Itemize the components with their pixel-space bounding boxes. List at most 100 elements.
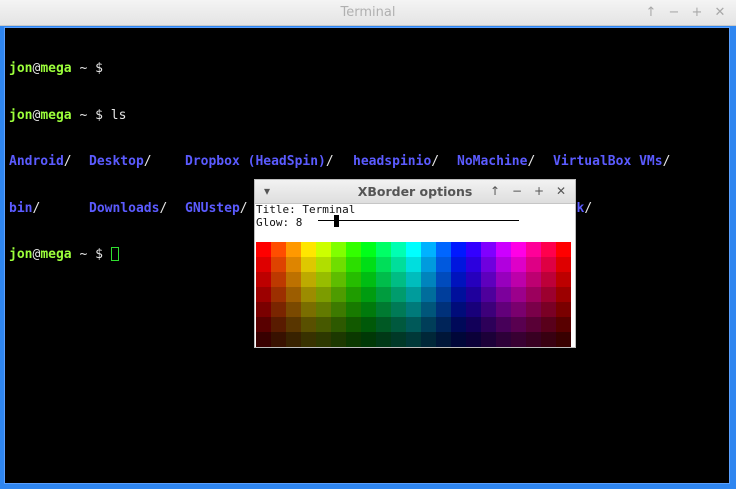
palette-swatch[interactable] [496,317,512,333]
palette-swatch[interactable] [406,257,422,273]
palette-swatch[interactable] [481,272,497,288]
palette-swatch[interactable] [481,317,497,333]
palette-swatch[interactable] [526,317,542,333]
palette-swatch[interactable] [556,257,571,273]
palette-swatch[interactable] [301,287,317,303]
dialog-close-button[interactable]: ✕ [553,183,569,199]
palette-swatch[interactable] [376,257,392,273]
palette-swatch[interactable] [511,287,527,303]
palette-swatch[interactable] [376,332,392,347]
palette-swatch[interactable] [271,242,287,258]
palette-swatch[interactable] [556,302,571,318]
palette-swatch[interactable] [256,317,272,333]
palette-swatch[interactable] [541,257,557,273]
palette-swatch[interactable] [436,257,452,273]
palette-swatch[interactable] [286,257,302,273]
palette-swatch[interactable] [316,302,332,318]
maximize-button[interactable]: + [688,4,706,22]
palette-swatch[interactable] [406,302,422,318]
palette-swatch[interactable] [451,287,467,303]
palette-swatch[interactable] [301,257,317,273]
palette-swatch[interactable] [541,272,557,288]
palette-swatch[interactable] [301,242,317,258]
palette-swatch[interactable] [361,287,377,303]
palette-swatch[interactable] [556,317,571,333]
palette-swatch[interactable] [391,332,407,347]
palette-swatch[interactable] [331,272,347,288]
palette-swatch[interactable] [391,242,407,258]
palette-swatch[interactable] [481,257,497,273]
palette-swatch[interactable] [331,287,347,303]
palette-swatch[interactable] [316,332,332,347]
palette-swatch[interactable] [526,332,542,347]
palette-swatch[interactable] [316,272,332,288]
palette-swatch[interactable] [526,257,542,273]
palette-swatch[interactable] [451,332,467,347]
palette-swatch[interactable] [466,257,482,273]
palette-swatch[interactable] [541,302,557,318]
keep-above-button[interactable]: ↑ [642,4,660,22]
palette-swatch[interactable] [481,242,497,258]
palette-swatch[interactable] [301,332,317,347]
palette-swatch[interactable] [406,272,422,288]
palette-swatch[interactable] [436,272,452,288]
palette-swatch[interactable] [421,302,437,318]
palette-swatch[interactable] [421,272,437,288]
palette-swatch[interactable] [526,287,542,303]
palette-swatch[interactable] [256,302,272,318]
palette-swatch[interactable] [451,272,467,288]
palette-swatch[interactable] [346,332,362,347]
palette-swatch[interactable] [361,302,377,318]
palette-swatch[interactable] [541,242,557,258]
palette-swatch[interactable] [436,332,452,347]
palette-swatch[interactable] [466,302,482,318]
palette-swatch[interactable] [496,272,512,288]
palette-swatch[interactable] [496,287,512,303]
palette-swatch[interactable] [316,287,332,303]
dialog-titlebar[interactable]: ▾ XBorder options ↑ − + ✕ [255,180,575,204]
color-palette-grid[interactable] [256,242,571,347]
palette-swatch[interactable] [331,302,347,318]
palette-swatch[interactable] [436,287,452,303]
palette-swatch[interactable] [376,287,392,303]
glow-slider-track[interactable] [318,220,519,221]
palette-swatch[interactable] [406,242,422,258]
palette-swatch[interactable] [376,272,392,288]
palette-swatch[interactable] [271,272,287,288]
palette-swatch[interactable] [361,242,377,258]
palette-swatch[interactable] [271,287,287,303]
palette-swatch[interactable] [256,287,272,303]
palette-swatch[interactable] [376,302,392,318]
palette-swatch[interactable] [316,242,332,258]
palette-swatch[interactable] [361,257,377,273]
palette-swatch[interactable] [391,302,407,318]
palette-swatch[interactable] [556,287,571,303]
close-button[interactable]: ✕ [711,4,729,22]
palette-swatch[interactable] [466,287,482,303]
palette-swatch[interactable] [406,332,422,347]
palette-swatch[interactable] [331,332,347,347]
palette-swatch[interactable] [376,317,392,333]
palette-swatch[interactable] [316,257,332,273]
palette-swatch[interactable] [256,332,272,347]
palette-swatch[interactable] [286,302,302,318]
minimize-button[interactable]: − [665,4,683,22]
palette-swatch[interactable] [421,242,437,258]
palette-swatch[interactable] [451,302,467,318]
palette-swatch[interactable] [481,332,497,347]
palette-swatch[interactable] [286,242,302,258]
dialog-minimize-button[interactable]: − [509,183,525,199]
palette-swatch[interactable] [436,302,452,318]
palette-swatch[interactable] [421,317,437,333]
palette-swatch[interactable] [346,287,362,303]
palette-swatch[interactable] [346,272,362,288]
palette-swatch[interactable] [316,317,332,333]
palette-swatch[interactable] [556,332,571,347]
palette-swatch[interactable] [556,272,571,288]
palette-swatch[interactable] [256,272,272,288]
palette-swatch[interactable] [346,317,362,333]
palette-swatch[interactable] [391,272,407,288]
palette-swatch[interactable] [496,257,512,273]
dialog-maximize-button[interactable]: + [531,183,547,199]
palette-swatch[interactable] [391,317,407,333]
